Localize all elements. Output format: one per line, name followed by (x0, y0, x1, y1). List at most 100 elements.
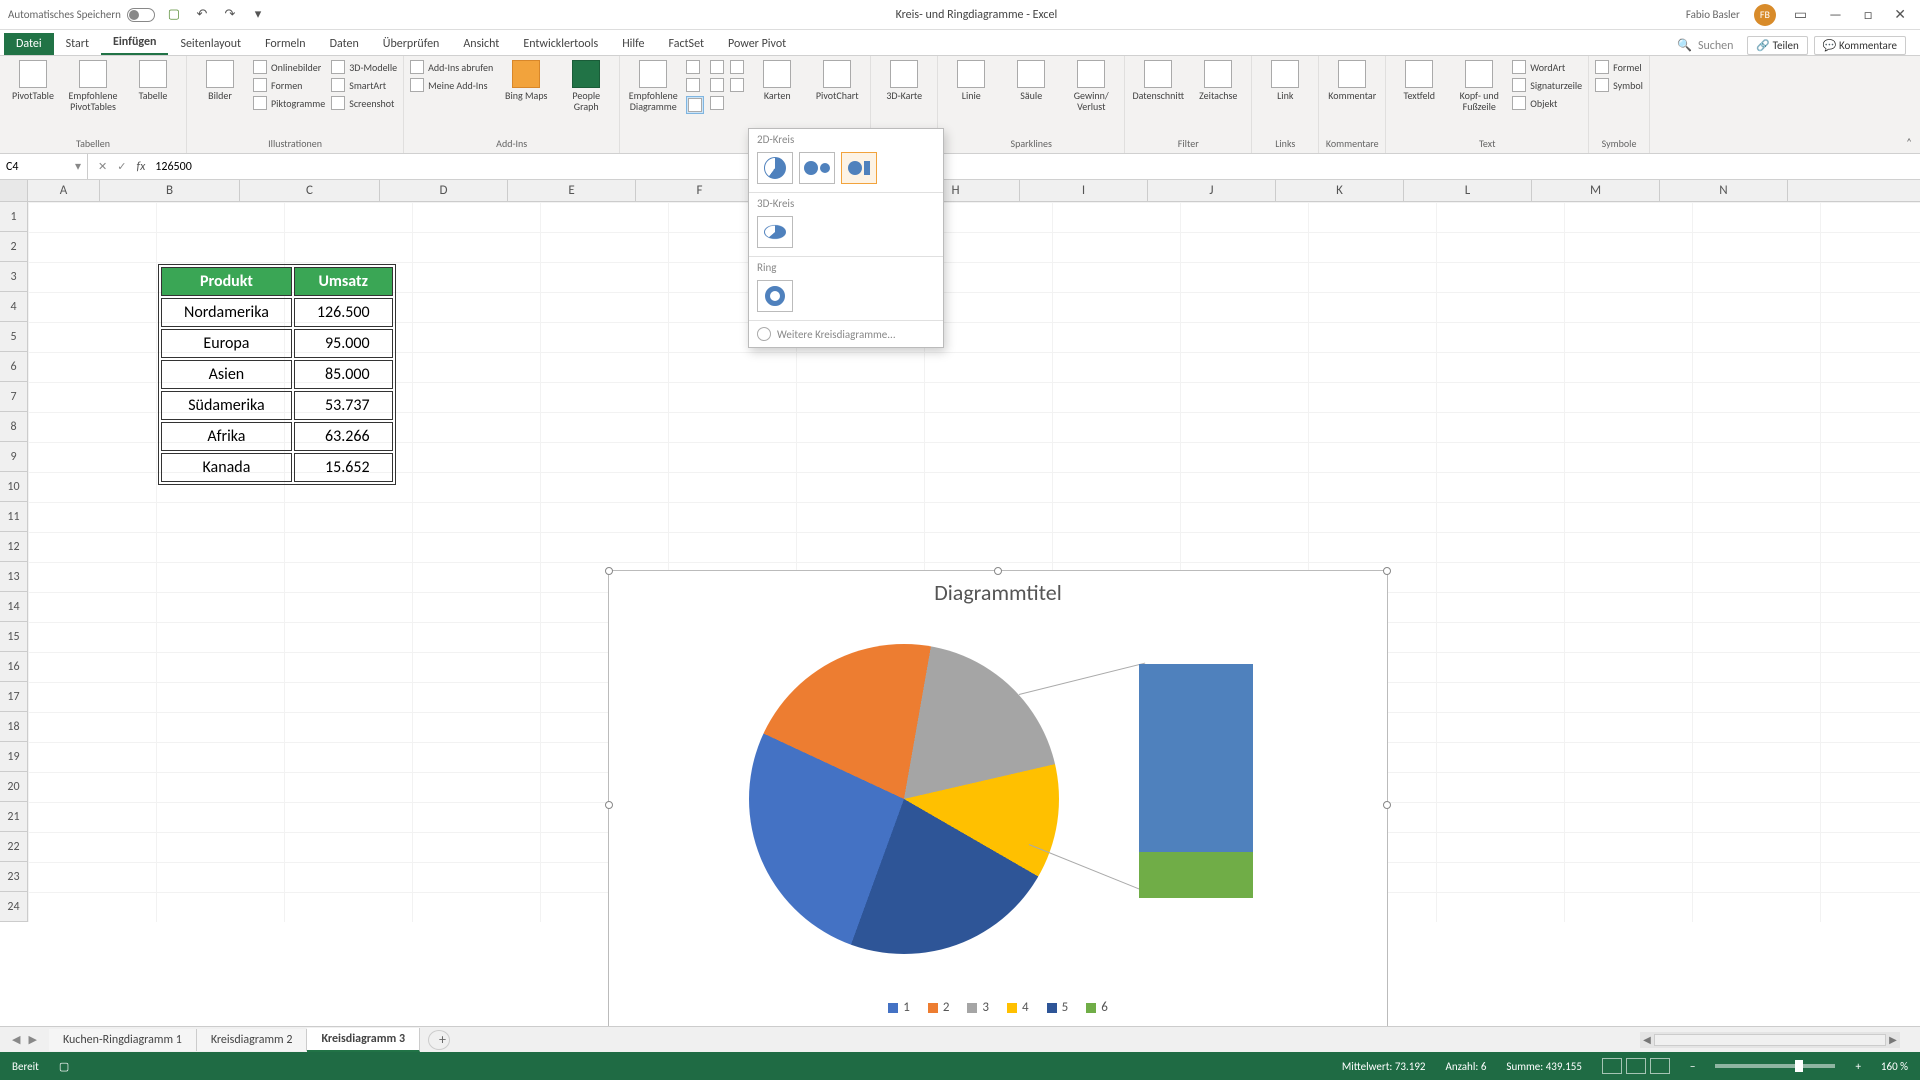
ribbon-options-icon[interactable]: ▭ (1790, 6, 1811, 23)
screenshot-button[interactable]: Screenshot (331, 96, 397, 110)
row-header[interactable]: 19 (0, 742, 27, 772)
bing-maps-button[interactable]: Bing Maps (499, 60, 553, 101)
view-page-break-icon[interactable] (1650, 1058, 1670, 1074)
row-header[interactable]: 7 (0, 382, 27, 412)
maps-button[interactable]: Karten (750, 60, 804, 101)
comment-button[interactable]: Kommentar (1325, 60, 1379, 101)
maximize-icon[interactable]: □ (1860, 6, 1876, 23)
resize-handle[interactable] (994, 567, 1002, 575)
resize-handle[interactable] (1383, 567, 1391, 575)
row-header[interactable]: 20 (0, 772, 27, 802)
row-header[interactable]: 3 (0, 262, 27, 292)
row-header[interactable]: 24 (0, 892, 27, 922)
cancel-formula-icon[interactable]: ✕ (98, 160, 107, 173)
tab-factset[interactable]: FactSet (657, 33, 716, 55)
tab-ueberpruefen[interactable]: Überprüfen (371, 33, 452, 55)
chart-type-7-icon[interactable] (730, 60, 744, 74)
pie-2d-option[interactable] (757, 152, 793, 184)
tab-file[interactable]: Datei (4, 33, 54, 55)
tab-hilfe[interactable]: Hilfe (610, 33, 656, 55)
recommended-pivot-button[interactable]: Empfohlene PivotTables (66, 60, 120, 112)
col-header[interactable]: M (1532, 180, 1660, 201)
tab-daten[interactable]: Daten (318, 33, 371, 55)
equation-button[interactable]: Formel (1595, 60, 1643, 74)
3d-map-button[interactable]: 3D-Karte (877, 60, 931, 101)
sparkline-column-button[interactable]: Säule (1004, 60, 1058, 101)
macro-record-icon[interactable]: ▢ (59, 1060, 69, 1073)
row-header[interactable]: 17 (0, 682, 27, 712)
fx-icon[interactable]: fx (136, 160, 145, 174)
pie-of-pie-option[interactable] (799, 152, 835, 184)
row-header[interactable]: 16 (0, 652, 27, 682)
symbol-button[interactable]: Symbol (1595, 78, 1643, 92)
undo-icon[interactable]: ↶ (193, 6, 211, 24)
row-header[interactable]: 10 (0, 472, 27, 502)
tab-start[interactable]: Start (54, 33, 101, 55)
smartart-button[interactable]: SmartArt (331, 78, 397, 92)
sparkline-line-button[interactable]: Linie (944, 60, 998, 101)
col-header[interactable]: E (508, 180, 636, 201)
link-button[interactable]: Link (1258, 60, 1312, 101)
select-all-corner[interactable] (0, 180, 28, 201)
search-input[interactable]: 🔍 Suchen (1669, 38, 1741, 53)
row-header[interactable]: 2 (0, 232, 27, 262)
col-header[interactable]: C (240, 180, 380, 201)
row-header[interactable]: 13 (0, 562, 27, 592)
header-footer-button[interactable]: Kopf- und Fußzeile (1452, 60, 1506, 112)
shapes-button[interactable]: Formen (253, 78, 325, 92)
textbox-button[interactable]: Textfeld (1392, 60, 1446, 101)
pivottable-button[interactable]: PivotTable (6, 60, 60, 101)
sheet-tab[interactable]: Kreisdiagramm 3 (307, 1028, 420, 1052)
object-button[interactable]: Objekt (1512, 96, 1582, 110)
col-header[interactable]: J (1148, 180, 1276, 201)
row-header[interactable]: 11 (0, 502, 27, 532)
pivotchart-button[interactable]: PivotChart (810, 60, 864, 101)
pie-chart[interactable] (749, 644, 1059, 954)
pictures-button[interactable]: Bilder (193, 60, 247, 101)
col-header[interactable]: D (380, 180, 508, 201)
3d-models-button[interactable]: 3D-Modelle (331, 60, 397, 74)
user-avatar[interactable]: FB (1754, 4, 1776, 26)
my-addins-button[interactable]: Meine Add-Ins (410, 78, 493, 92)
row-header[interactable]: 21 (0, 802, 27, 832)
col-header[interactable]: B (100, 180, 240, 201)
chart-object[interactable]: Diagrammtitel 1 2 3 4 5 6 (608, 570, 1388, 1040)
tab-ansicht[interactable]: Ansicht (451, 33, 511, 55)
chart-title[interactable]: Diagrammtitel (609, 571, 1387, 614)
row-header[interactable]: 15 (0, 622, 27, 652)
recommended-charts-button[interactable]: Empfohlene Diagramme (626, 60, 680, 112)
add-sheet-button[interactable]: + (428, 1030, 450, 1050)
name-box[interactable]: C4▾ (0, 154, 88, 179)
row-header[interactable]: 4 (0, 292, 27, 322)
signature-line-button[interactable]: Signaturzeile (1512, 78, 1582, 92)
chart-legend[interactable]: 1 2 3 4 5 6 (609, 994, 1387, 1015)
col-header[interactable]: A (28, 180, 100, 201)
pie-3d-option[interactable] (757, 216, 793, 248)
col-header[interactable]: F (636, 180, 764, 201)
row-header[interactable]: 9 (0, 442, 27, 472)
save-icon[interactable]: ▢ (165, 6, 183, 24)
row-header[interactable]: 12 (0, 532, 27, 562)
more-pie-charts-option[interactable]: Weitere Kreisdiagramme... (749, 321, 943, 347)
view-normal-icon[interactable] (1602, 1058, 1622, 1074)
formula-value[interactable]: 126500 (155, 160, 192, 174)
chart-type-2-icon[interactable] (686, 78, 704, 92)
slicer-button[interactable]: Datenschnitt (1131, 60, 1185, 101)
row-header[interactable]: 23 (0, 862, 27, 892)
tab-formeln[interactable]: Formeln (253, 33, 317, 55)
row-header[interactable]: 6 (0, 352, 27, 382)
chart-plot-area[interactable] (609, 614, 1387, 994)
col-header[interactable]: I (1020, 180, 1148, 201)
share-button[interactable]: 🔗 Teilen (1747, 36, 1807, 55)
zoom-level[interactable]: 160 % (1881, 1060, 1908, 1073)
customize-qat-icon[interactable]: ▾ (249, 6, 267, 24)
tab-powerpivot[interactable]: Power Pivot (716, 33, 798, 55)
accept-formula-icon[interactable]: ✓ (117, 160, 126, 173)
chart-type-4-icon[interactable] (710, 60, 724, 74)
people-graph-button[interactable]: People Graph (559, 60, 613, 112)
sparkline-winloss-button[interactable]: Gewinn/ Verlust (1064, 60, 1118, 112)
redo-icon[interactable]: ↷ (221, 6, 239, 24)
icons-button[interactable]: Piktogramme (253, 96, 325, 110)
row-header[interactable]: 18 (0, 712, 27, 742)
close-icon[interactable]: ✕ (1890, 6, 1910, 23)
